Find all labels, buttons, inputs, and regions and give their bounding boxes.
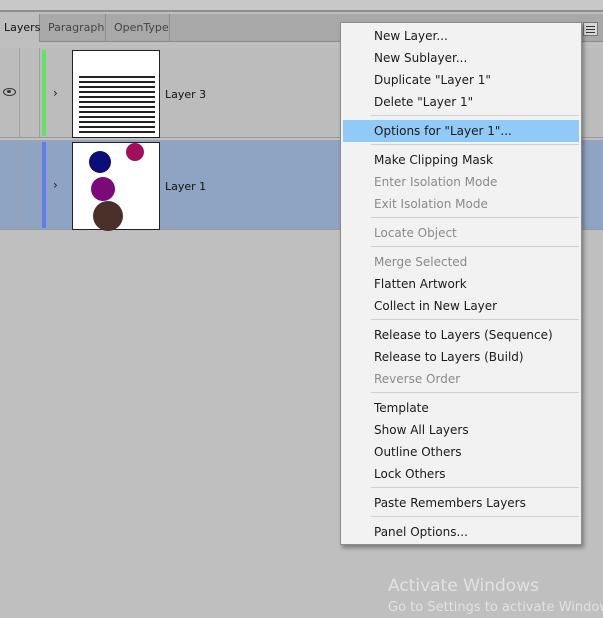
menu-item-collect-in-new-layer[interactable]: Collect in New Layer xyxy=(341,295,581,317)
menu-separator xyxy=(371,392,579,393)
visibility-toggle[interactable] xyxy=(0,140,20,229)
menu-item-paste-remembers-layers[interactable]: Paste Remembers Layers xyxy=(341,492,581,514)
panel-menu-icon[interactable] xyxy=(583,22,598,36)
circle-shape xyxy=(91,177,115,201)
lock-toggle[interactable] xyxy=(20,48,40,137)
menu-item-release-sequence[interactable]: Release to Layers (Sequence) xyxy=(341,324,581,346)
eye-icon xyxy=(3,88,16,96)
menu-item-show-all-layers[interactable]: Show All Layers xyxy=(341,419,581,441)
tab-layers[interactable]: Layers xyxy=(0,14,40,42)
menu-item-flatten-artwork[interactable]: Flatten Artwork xyxy=(341,273,581,295)
tab-paragraph[interactable]: Paragraph xyxy=(40,14,106,42)
menu-item-delete-layer[interactable]: Delete "Layer 1" xyxy=(341,91,581,113)
menu-item-duplicate-layer[interactable]: Duplicate "Layer 1" xyxy=(341,69,581,91)
activate-windows-subtitle: Go to Settings to activate Windows. xyxy=(388,600,603,615)
circle-shape xyxy=(89,151,111,173)
lock-toggle[interactable] xyxy=(20,140,40,229)
circle-shape xyxy=(126,143,144,161)
menu-item-panel-options[interactable]: Panel Options... xyxy=(341,521,581,543)
menu-item-new-sublayer[interactable]: New Sublayer... xyxy=(341,47,581,69)
menu-item-new-layer[interactable]: New Layer... xyxy=(341,25,581,47)
menu-item-layer-options[interactable]: Options for "Layer 1"... xyxy=(343,120,579,142)
layer-color-bar xyxy=(42,142,46,228)
menu-separator xyxy=(371,319,579,320)
layer-name[interactable]: Layer 3 xyxy=(165,88,206,101)
menu-separator xyxy=(371,516,579,517)
menu-item-lock-others[interactable]: Lock Others xyxy=(341,463,581,485)
layer-thumbnail xyxy=(72,50,160,138)
layer-name[interactable]: Layer 1 xyxy=(165,180,206,193)
top-strip xyxy=(0,0,603,12)
visibility-toggle[interactable] xyxy=(0,48,20,137)
menu-item-exit-isolation-mode: Exit Isolation Mode xyxy=(374,197,488,211)
tab-opentype[interactable]: OpenType xyxy=(106,14,170,42)
panel-flyout-menu: New Layer... New Sublayer... Duplicate "… xyxy=(340,22,582,545)
menu-item-outline-others[interactable]: Outline Others xyxy=(341,441,581,463)
menu-item-enter-isolation-mode: Enter Isolation Mode xyxy=(374,175,498,189)
menu-item-make-clipping-mask[interactable]: Make Clipping Mask xyxy=(341,149,581,171)
chevron-right-icon[interactable]: › xyxy=(53,178,58,192)
layer-color-bar xyxy=(42,50,46,136)
menu-separator xyxy=(371,217,579,218)
menu-item-template[interactable]: Template xyxy=(341,397,581,419)
menu-separator xyxy=(371,144,579,145)
menu-item-merge-selected: Merge Selected xyxy=(374,255,468,269)
menu-separator xyxy=(371,487,579,488)
activate-windows-title: Activate Windows xyxy=(388,576,539,596)
layer-thumbnail xyxy=(72,142,160,231)
menu-item-release-build[interactable]: Release to Layers (Build) xyxy=(341,346,581,368)
menu-separator xyxy=(371,115,579,116)
text-thumbnail-preview xyxy=(79,75,155,133)
circle-shape xyxy=(93,201,123,231)
menu-item-reverse-order: Reverse Order xyxy=(374,372,461,386)
menu-item-locate-object: Locate Object xyxy=(374,226,457,240)
menu-separator xyxy=(371,246,579,247)
chevron-right-icon[interactable]: › xyxy=(53,86,58,100)
